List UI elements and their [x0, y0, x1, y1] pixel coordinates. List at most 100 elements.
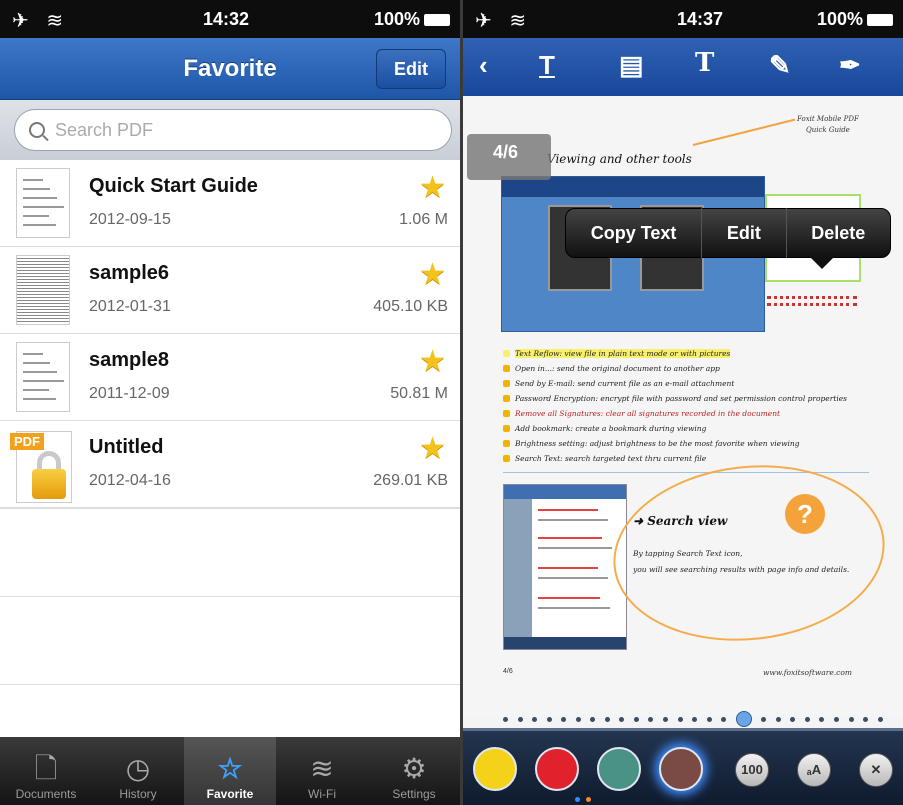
page-dot[interactable] — [677, 716, 683, 722]
search-input[interactable]: Search PDF — [14, 109, 452, 151]
color-swatch[interactable] — [473, 747, 517, 791]
status-time: 14:32 — [203, 9, 250, 29]
annotation-arrow — [692, 118, 796, 146]
page-dot[interactable] — [804, 716, 810, 722]
feature-item: Password Encryption: encrypt file with p… — [503, 391, 883, 406]
page-dot[interactable] — [706, 716, 712, 722]
tab-settings[interactable]: ⚙ Settings — [368, 737, 460, 805]
page-dot[interactable] — [819, 716, 825, 722]
tab-favorite[interactable]: ☆ Favorite — [184, 737, 276, 805]
context-menu: Copy Text Edit Delete — [565, 208, 891, 269]
file-size: 269.01 KB — [373, 472, 448, 489]
page-dot[interactable] — [546, 716, 552, 722]
page-dot[interactable] — [561, 716, 567, 722]
page-scrubber[interactable] — [503, 711, 883, 727]
color-swatch[interactable] — [597, 747, 641, 791]
pdf-page[interactable]: Foxit Mobile PDF Quick Guide Viewing and… — [463, 96, 903, 716]
help-icon: ? — [785, 494, 825, 534]
tab-label: Wi-Fi — [308, 787, 336, 801]
menu-copy-text[interactable]: Copy Text — [566, 223, 701, 244]
document-icon: 🗋 — [34, 753, 58, 784]
scrubber-thumb[interactable] — [735, 711, 752, 727]
comment-icon[interactable]: ▤ — [619, 50, 644, 81]
page-dot[interactable] — [604, 716, 610, 722]
file-date: 2012-04-16 — [89, 472, 171, 489]
search-screenshot — [503, 484, 627, 650]
battery-percent: 100% — [373, 9, 420, 29]
thumbnail-line — [23, 197, 57, 199]
page-dot[interactable] — [834, 716, 840, 722]
menu-edit[interactable]: Edit — [702, 223, 785, 244]
eraser-icon[interactable]: ✕ — [859, 753, 893, 787]
file-size: 405.10 KB — [373, 298, 448, 315]
page-dot[interactable] — [503, 716, 508, 722]
page-dot[interactable] — [517, 716, 523, 722]
file-row[interactable]: PDF Untitled 2012-04-16 269.01 KB ★ — [0, 421, 460, 508]
page-dot[interactable] — [761, 716, 767, 722]
page-dot[interactable] — [721, 716, 727, 722]
list-separator — [0, 596, 460, 597]
page-dot[interactable] — [692, 716, 698, 722]
page-dot[interactable] — [663, 716, 669, 722]
feature-text: Search Text: search targeted text thru c… — [515, 454, 707, 463]
file-date: 2011-12-09 — [89, 385, 170, 402]
color-swatch[interactable] — [659, 747, 703, 791]
bullet-icon — [503, 395, 510, 402]
search-view-line: you will see searching results with page… — [633, 565, 850, 574]
pdf-viewer-screen: ✈ ≋ 14:37 100% ‹ T ▤ T ✎ ✒ Foxit Mobile … — [463, 0, 903, 805]
file-row[interactable]: Quick Start Guide 2012-09-15 1.06 M ★ — [0, 160, 460, 247]
navigation-bar: Favorite Edit — [0, 38, 460, 100]
back-icon[interactable]: ‹ — [479, 50, 488, 81]
page-dot[interactable] — [790, 716, 796, 722]
tab-label: Settings — [392, 787, 436, 801]
thumbnail-line — [23, 188, 50, 190]
file-list-screen: ✈ ≋ 14:32 100% Favorite Edit Search PDF … — [0, 0, 460, 805]
battery-icon — [867, 13, 893, 26]
page-footer-url: www.foxitsoftware.com — [763, 668, 852, 677]
color-swatch[interactable] — [535, 747, 579, 791]
thumbnail-line — [23, 179, 43, 181]
signature-pen-icon[interactable]: ✒ — [839, 50, 861, 81]
status-bar: ✈ ≋ 14:37 100% — [463, 0, 903, 38]
typewriter-icon[interactable]: T — [695, 48, 714, 78]
menu-delete[interactable]: Delete — [787, 223, 890, 244]
file-date: 2012-01-31 — [89, 298, 171, 315]
tab-label: Favorite — [206, 787, 254, 801]
bullet-icon — [503, 455, 510, 462]
tab-label: History — [119, 787, 157, 801]
page-dot[interactable] — [848, 716, 854, 722]
page-dot[interactable] — [575, 716, 581, 722]
thumbnail-line — [23, 224, 56, 226]
search-bar: Search PDF — [0, 100, 460, 160]
page-dot[interactable] — [633, 716, 639, 722]
page-dot[interactable] — [648, 716, 654, 722]
tab-documents[interactable]: 🗋 Documents — [0, 737, 92, 805]
file-row[interactable]: sample6 2012-01-31 405.10 KB ★ — [0, 247, 460, 334]
page-dot[interactable] — [877, 716, 883, 722]
screenshot-line — [538, 567, 598, 569]
battery-icon — [424, 13, 450, 26]
feature-text: Brightness setting: adjust brightness to… — [515, 439, 800, 448]
page-dot[interactable] — [532, 716, 538, 722]
star-icon[interactable]: ★ — [419, 431, 446, 466]
file-name: sample8 — [89, 349, 170, 371]
pen-toolbar: 100 ₐA ✕ — [463, 728, 903, 805]
file-name: Untitled — [89, 436, 164, 458]
tab-history[interactable]: ◷ History — [92, 737, 184, 805]
edit-button[interactable]: Edit — [376, 49, 446, 89]
list-separator — [0, 684, 460, 685]
page-dot[interactable] — [775, 716, 781, 722]
star-icon[interactable]: ★ — [419, 344, 446, 379]
line-width-icon[interactable]: 100 — [735, 753, 769, 787]
tab-wifi[interactable]: ≋ Wi-Fi — [276, 737, 368, 805]
bullet-icon — [503, 425, 510, 432]
page-dot[interactable] — [863, 716, 869, 722]
star-icon[interactable]: ★ — [419, 257, 446, 292]
file-row[interactable]: sample8 2011-12-09 50.81 M ★ — [0, 334, 460, 421]
page-dot[interactable] — [590, 716, 596, 722]
page-dot[interactable] — [619, 716, 625, 722]
insert-text-icon[interactable]: T — [539, 50, 555, 81]
star-icon[interactable]: ★ — [419, 170, 446, 205]
font-size-icon[interactable]: ₐA — [797, 753, 831, 787]
pencil-icon[interactable]: ✎ — [769, 50, 791, 81]
